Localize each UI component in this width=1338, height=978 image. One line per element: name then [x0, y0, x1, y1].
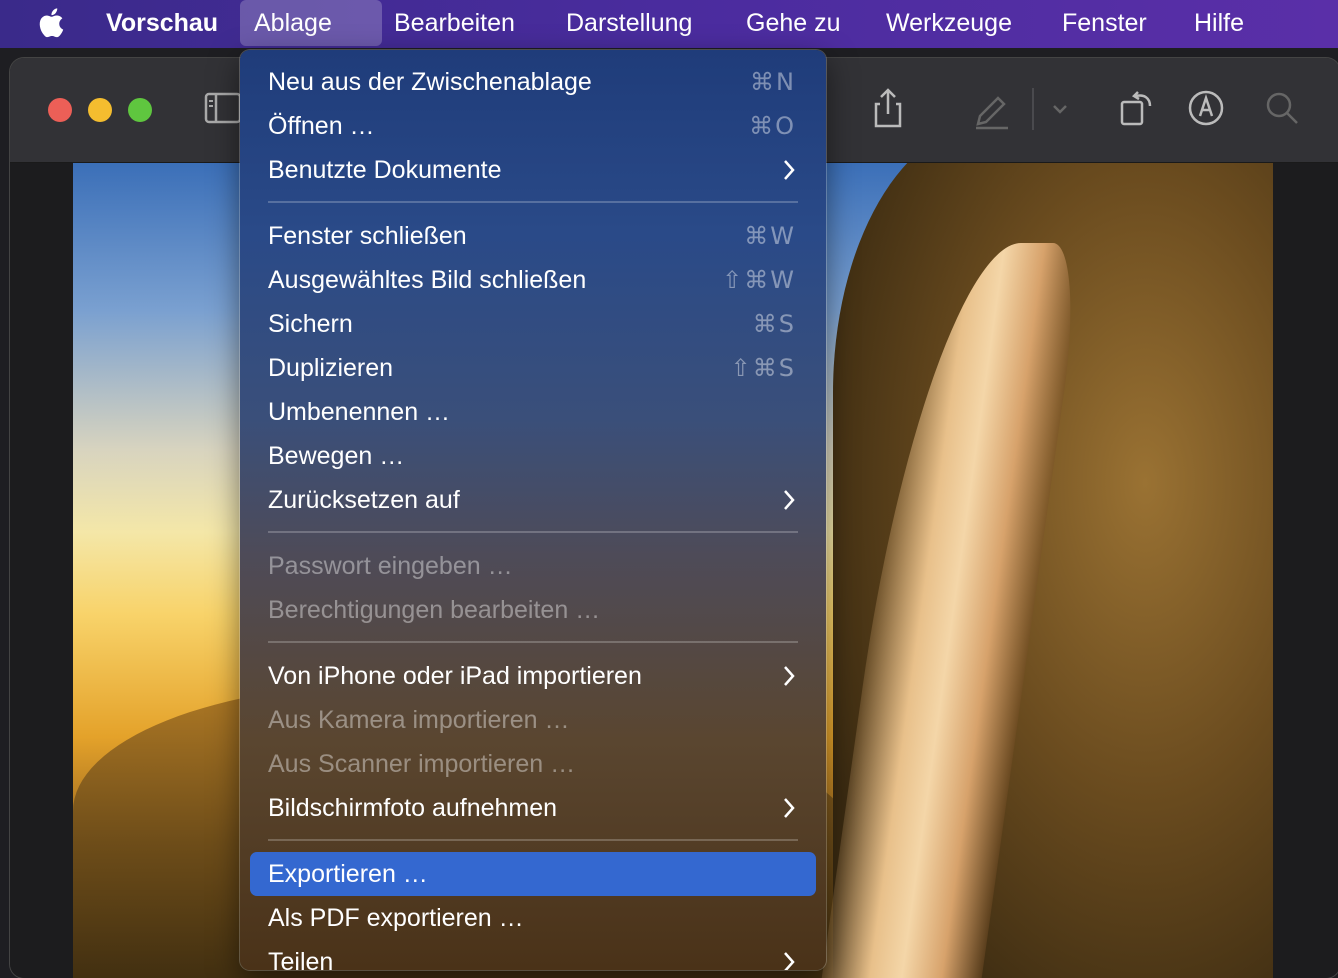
menu-separator	[268, 531, 798, 533]
menu-app-name[interactable]: Vorschau	[92, 0, 232, 46]
menu-item-benutzte-dokumente[interactable]: Benutzte Dokumente	[240, 148, 826, 192]
ablage-dropdown-menu: Neu aus der Zwischenablage ⌘N Öffnen … ⌘…	[240, 50, 826, 970]
menu-item-bild-schliessen[interactable]: Ausgewähltes Bild schließen ⇧⌘W	[240, 258, 826, 302]
menu-item-shortcut: ⌘S	[752, 310, 796, 338]
menu-separator	[268, 201, 798, 203]
menu-item-label: Exportieren …	[268, 860, 428, 888]
toolbar-divider	[1032, 88, 1034, 130]
menu-item-kamera-import: Aus Kamera importieren …	[240, 698, 826, 742]
menu-item-shortcut: ⇧⌘W	[722, 266, 796, 294]
menu-bearbeiten[interactable]: Bearbeiten	[380, 0, 529, 46]
menu-bar: Vorschau Ablage Bearbeiten Darstellung G…	[0, 0, 1338, 48]
zoom-window-button[interactable]	[128, 98, 152, 122]
menu-item-zuruecksetzen-auf[interactable]: Zurücksetzen auf	[240, 478, 826, 522]
sidebar-toggle-icon[interactable]	[200, 86, 244, 130]
menu-item-label: Berechtigungen bearbeiten …	[268, 596, 601, 624]
menu-hilfe[interactable]: Hilfe	[1180, 0, 1258, 46]
menu-item-label: Öffnen …	[268, 112, 375, 140]
menu-item-iphone-ipad-import[interactable]: Von iPhone oder iPad importieren	[240, 654, 826, 698]
rotate-icon[interactable]	[1114, 86, 1158, 130]
menu-item-label: Bewegen …	[268, 442, 405, 470]
menu-item-fenster-schliessen[interactable]: Fenster schließen ⌘W	[240, 214, 826, 258]
menu-item-label: Duplizieren	[268, 354, 394, 382]
chevron-right-icon	[784, 952, 795, 970]
chevron-right-icon	[784, 666, 795, 686]
menu-item-label: Passwort eingeben …	[268, 552, 513, 580]
menu-item-shortcut: ⌘N	[750, 68, 796, 96]
menu-item-label: Als PDF exportieren …	[268, 904, 524, 932]
menu-item-scanner-import: Aus Scanner importieren …	[240, 742, 826, 786]
menu-item-label: Aus Scanner importieren …	[268, 750, 576, 778]
menu-item-shortcut: ⌘O	[749, 112, 796, 140]
menu-item-sichern[interactable]: Sichern ⌘S	[240, 302, 826, 346]
menu-item-berechtigungen: Berechtigungen bearbeiten …	[240, 588, 826, 632]
apple-logo-icon[interactable]	[36, 6, 70, 40]
menu-item-label: Von iPhone oder iPad importieren	[268, 662, 642, 690]
chevron-right-icon	[784, 490, 795, 510]
menu-fenster[interactable]: Fenster	[1048, 0, 1161, 46]
menu-item-als-pdf-exportieren[interactable]: Als PDF exportieren …	[240, 896, 826, 940]
menu-item-bewegen[interactable]: Bewegen …	[240, 434, 826, 478]
menu-item-exportieren[interactable]: Exportieren …	[250, 852, 816, 896]
menu-item-label: Fenster schließen	[268, 222, 467, 250]
menu-item-label: Teilen	[268, 948, 334, 970]
menu-item-oeffnen[interactable]: Öffnen … ⌘O	[240, 104, 826, 148]
menu-separator	[268, 839, 798, 841]
menu-item-label: Umbenennen …	[268, 398, 451, 426]
menu-item-bildschirmfoto[interactable]: Bildschirmfoto aufnehmen	[240, 786, 826, 830]
menu-item-shortcut: ⌘W	[744, 222, 796, 250]
menu-item-passwort-eingeben: Passwort eingeben …	[240, 544, 826, 588]
chevron-down-icon[interactable]	[1040, 86, 1080, 130]
menu-ablage[interactable]: Ablage	[240, 0, 382, 46]
chevron-right-icon	[784, 160, 795, 180]
menu-item-label: Neu aus der Zwischenablage	[268, 68, 592, 96]
menu-item-label: Benutzte Dokumente	[268, 156, 502, 184]
close-window-button[interactable]	[48, 98, 72, 122]
menu-werkzeuge[interactable]: Werkzeuge	[872, 0, 1026, 46]
menu-item-duplizieren[interactable]: Duplizieren ⇧⌘S	[240, 346, 826, 390]
chevron-right-icon	[784, 798, 795, 818]
menu-gehe-zu[interactable]: Gehe zu	[732, 0, 855, 46]
menu-item-neu-aus-zwischenablage[interactable]: Neu aus der Zwischenablage ⌘N	[240, 60, 826, 104]
menu-item-label: Bildschirmfoto aufnehmen	[268, 794, 558, 822]
menu-item-label: Aus Kamera importieren …	[268, 706, 570, 734]
menu-item-umbenennen[interactable]: Umbenennen …	[240, 390, 826, 434]
menu-item-teilen[interactable]: Teilen	[240, 940, 826, 970]
menu-item-shortcut: ⇧⌘S	[730, 354, 796, 382]
highlight-pen-icon[interactable]	[970, 86, 1014, 130]
markup-icon[interactable]	[1184, 86, 1228, 130]
menu-item-label: Sichern	[268, 310, 353, 338]
minimize-window-button[interactable]	[88, 98, 112, 122]
share-icon[interactable]	[866, 86, 910, 130]
search-icon[interactable]	[1260, 86, 1304, 130]
menu-darstellung[interactable]: Darstellung	[552, 0, 706, 46]
menu-item-label: Ausgewähltes Bild schließen	[268, 266, 587, 294]
menu-item-label: Zurücksetzen auf	[268, 486, 460, 514]
menu-separator	[268, 641, 798, 643]
